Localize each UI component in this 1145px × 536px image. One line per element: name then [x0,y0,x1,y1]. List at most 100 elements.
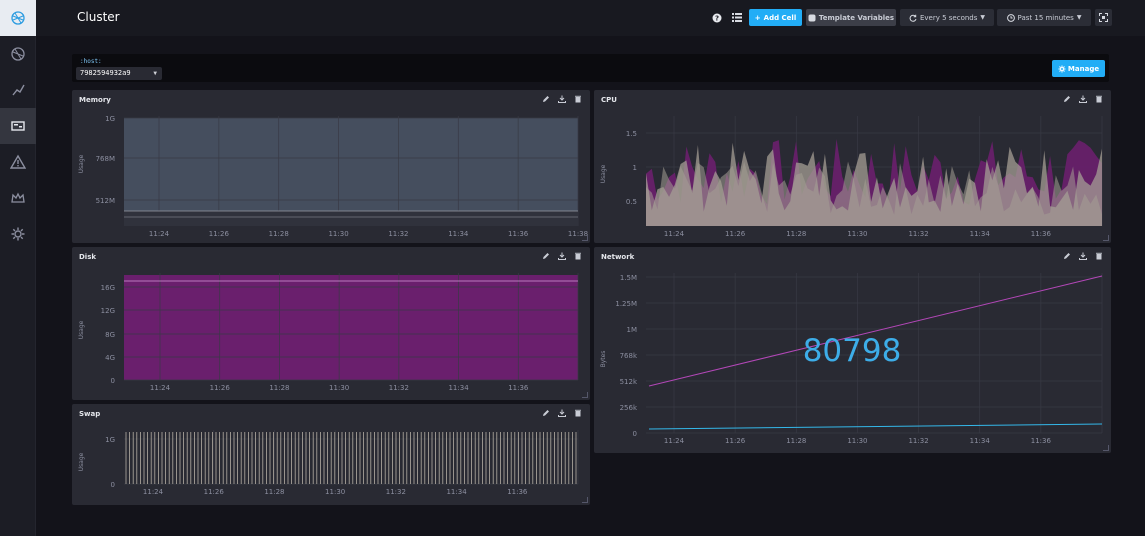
x-tick-label: 11:32 [386,488,406,496]
dashboard-app: Cluster ? + Add Cell Template Variables … [0,0,1145,536]
y-tick-label: 256k [620,404,638,412]
refresh-icon [909,14,917,22]
manage-template-variables-button[interactable]: Manage [1052,60,1105,77]
y-tick-label: 768k [620,352,638,360]
y-tick-label: 0 [633,430,637,438]
resize-handle[interactable] [582,497,588,503]
list-view-icon[interactable] [730,9,744,26]
swap-graph[interactable]: Usage 1G 0 11:24 11:26 11:28 11:30 11:32 11:34 1… [72,404,590,505]
x-tick-label: 11:30 [847,230,867,238]
x-tick-label: 11:36 [507,488,528,496]
host-dropdown[interactable]: 7982594932a9 ▼ [76,67,162,80]
template-icon [808,14,816,21]
x-tick-label: 11:30 [329,384,349,392]
resize-handle[interactable] [582,392,588,398]
y-tick-label: 1.5 [626,130,637,138]
x-tick-label: 11:26 [209,230,230,238]
disk-area [124,275,578,380]
x-tick-label: 11:26 [725,437,746,445]
x-tick-label: 11:36 [1031,230,1052,238]
logo-icon[interactable] [0,0,36,36]
y-axis-label: Usage [600,164,607,183]
singlestat-value: 80798 [803,333,902,369]
nav-status-icon[interactable] [0,36,36,72]
memory-area [124,118,578,226]
y-tick-label: 0.5 [626,198,637,206]
x-tick-label: 11:32 [388,230,408,238]
network-tx-line [648,423,1103,430]
x-tick-label: 11:30 [328,230,348,238]
x-tick-label: 11:34 [970,230,991,238]
memory-graph[interactable]: Usage 1G 768M 512M 11:24 11:26 11:28 11:30 11:3… [72,90,590,243]
auto-refresh-dropdown[interactable]: Every 5 seconds ▼ [900,9,994,26]
x-tick-label: 11:32 [908,437,928,445]
y-tick-label: 1 [633,164,637,172]
x-tick-label: 11:24 [143,488,164,496]
y-tick-label: 8G [105,331,115,339]
x-tick-label: 11:30 [847,437,867,445]
x-tick-label: 11:30 [325,488,345,496]
help-icon[interactable]: ? [710,9,724,26]
template-variables-button[interactable]: Template Variables [806,9,896,26]
network-rx-line [648,275,1103,387]
swap-cell[interactable]: Swap Usage 1G 0 11:24 11:26 11:28 11:30 11:32 1… [72,404,590,505]
fullscreen-button[interactable] [1095,9,1112,26]
x-tick-label: 11:24 [664,437,685,445]
x-tick-label: 11:34 [446,488,467,496]
y-axis-label: Bytes [600,351,607,368]
x-tick-label: 11:28 [269,230,289,238]
y-tick-label: 12G [101,307,115,315]
disk-cell[interactable]: Disk Usage 16G 12G 8G 4G 0 11:24 11:26 11:28 11:… [72,247,590,400]
resize-handle[interactable] [1103,235,1109,241]
y-tick-label: 0 [111,377,115,385]
page-header: Cluster ? + Add Cell Template Variables … [36,0,1145,36]
x-tick-label: 11:34 [448,230,469,238]
x-tick-label: 11:34 [970,437,991,445]
chevron-down-icon: ▼ [980,14,986,21]
memory-free-area [124,211,578,226]
expand-icon [1099,13,1108,22]
resize-handle[interactable] [582,235,588,241]
x-tick-label: 11:36 [508,384,529,392]
y-tick-label: 512k [620,378,638,386]
y-axis-label: Usage [78,320,85,339]
plus-icon: + [754,13,761,22]
x-tick-label: 11:26 [204,488,225,496]
time-range-dropdown[interactable]: Past 15 minutes ▼ [997,9,1091,26]
y-tick-label: 0 [111,481,115,489]
sidebar-nav [0,0,36,536]
x-tick-label: 11:36 [1031,437,1052,445]
x-tick-label: 11:32 [389,384,409,392]
x-tick-label: 11:36 [508,230,529,238]
nav-data-explorer-icon[interactable] [0,72,36,108]
x-tick-label: 11:26 [210,384,231,392]
nav-alerts-icon[interactable] [0,144,36,180]
y-axis-label: Usage [78,154,85,173]
network-graph[interactable]: Bytes 1.5M 1.25M 1M 768k 512k 256k 0 11:24 11:26… [594,247,1111,453]
x-tick-label: 11:24 [664,230,685,238]
x-tick-label: 11:24 [150,384,171,392]
page-title: Cluster [77,10,120,24]
y-tick-label: 1M [627,326,638,334]
disk-graph[interactable]: Usage 16G 12G 8G 4G 0 11:24 11:26 11:28 11:30 11:… [72,247,590,400]
cpu-cell[interactable]: CPU Usage 1.5 1 0.5 11:24 11:26 11:28 11:30 11:… [594,90,1111,243]
x-tick-label: 11:32 [908,230,928,238]
resize-handle[interactable] [1103,445,1109,451]
x-tick-label: 11:24 [149,230,170,238]
y-tick-label: 4G [105,354,115,362]
x-tick-label: 11:28 [269,384,289,392]
template-variables-bar: :host: 7982594932a9 ▼ [72,54,1109,82]
memory-cell[interactable]: Memory Usage 1G 768M 512M 11:24 11:26 11:28 11… [72,90,590,243]
x-tick-label: 11:28 [786,437,806,445]
add-cell-button[interactable]: + Add Cell [749,9,802,26]
network-cell[interactable]: Network Bytes 1.5M 1.25M 1M 768k 512k 256k 0 11… [594,247,1111,453]
template-variable-key: :host: [80,58,102,65]
nav-admin-crown-icon[interactable] [0,180,36,216]
nav-settings-gear-icon[interactable] [0,216,36,252]
y-axis-label: Usage [78,452,85,471]
nav-dashboards-icon[interactable] [0,108,36,144]
x-tick-label: 11:28 [786,230,806,238]
svg-text:?: ? [715,14,719,22]
cpu-graph[interactable]: Usage 1.5 1 0.5 11:24 11:26 11:28 11:30 11:32 11… [594,90,1111,243]
chevron-down-icon: ▼ [153,70,157,77]
